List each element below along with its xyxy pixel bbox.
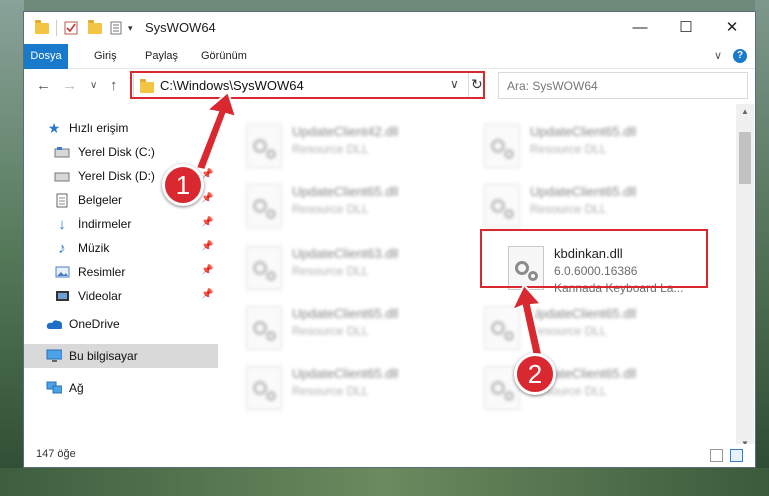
callout-badge-2: 2 [514, 353, 556, 395]
callout-arrows [194, 90, 544, 358]
arrow-to-file [509, 283, 544, 358]
callout-badge-1: 1 [162, 164, 204, 206]
arrow-to-address-bar [194, 90, 238, 172]
